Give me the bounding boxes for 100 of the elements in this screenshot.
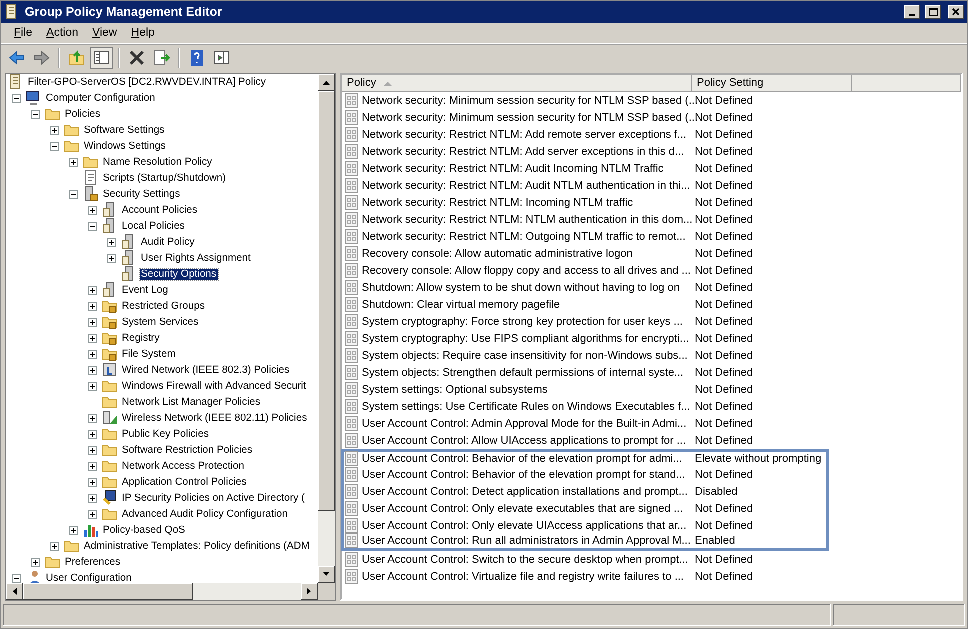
tree-item[interactable]: Audit Policy bbox=[140, 236, 196, 248]
tree-item[interactable]: Policy-based QoS bbox=[102, 524, 186, 536]
tree-item[interactable]: User Configuration bbox=[45, 572, 133, 583]
tree-item[interactable]: Event Log bbox=[121, 284, 170, 296]
vertical-scrollbar[interactable] bbox=[318, 74, 335, 583]
list-row[interactable]: User Account Control: Only elevate executables that are signed ... Not Defined bbox=[341, 500, 829, 517]
list-row[interactable]: Shutdown: Allow system to be shut down without having to log on Not Defined bbox=[341, 279, 829, 296]
expand-toggle[interactable] bbox=[88, 350, 97, 358]
list-row[interactable]: System cryptography: Use FIPS compliant algorithms for encrypti... Not Defined bbox=[341, 330, 829, 347]
scrollbar-thumb[interactable] bbox=[318, 91, 335, 511]
list-row[interactable]: Network security: Restrict NTLM: NTLM authentication in this dom... Not Defined bbox=[341, 211, 829, 228]
toolbar-button[interactable] bbox=[90, 47, 113, 69]
list-row[interactable]: Network security: Restrict NTLM: Add remote server exceptions f... Not Defined bbox=[341, 126, 829, 143]
list-row[interactable]: User Account Control: Behavior of the elevation prompt for admi... Elevate without prompting bbox=[341, 449, 829, 466]
tree-item[interactable]: Windows Firewall with Advanced Securit bbox=[121, 380, 308, 392]
list-row[interactable]: Network security: Restrict NTLM: Audit Incoming NTLM Traffic Not Defined bbox=[341, 160, 829, 177]
collapse-toggle[interactable] bbox=[69, 190, 78, 198]
collapse-toggle[interactable] bbox=[31, 110, 40, 118]
tree-item[interactable]: Public Key Policies bbox=[121, 428, 210, 440]
collapse-toggle[interactable] bbox=[12, 574, 21, 582]
expand-toggle[interactable] bbox=[88, 510, 97, 518]
column-header[interactable]: Policy bbox=[342, 75, 692, 92]
menu-item[interactable]: Action bbox=[40, 25, 86, 41]
list-row[interactable]: User Account Control: Detect application installations and prompt... Disabled bbox=[341, 483, 829, 500]
expand-toggle[interactable] bbox=[88, 334, 97, 342]
collapse-toggle[interactable] bbox=[12, 94, 21, 102]
expand-toggle[interactable] bbox=[107, 238, 116, 246]
tree-item[interactable]: Computer Configuration bbox=[45, 92, 156, 104]
list-row[interactable]: User Account Control: Allow UIAccess applications to prompt for ... Not Defined bbox=[341, 432, 829, 449]
close-button[interactable] bbox=[948, 5, 964, 19]
menu-item[interactable]: File bbox=[7, 25, 40, 41]
list-row[interactable]: System objects: Strengthen default permissions of internal syste... Not Defined bbox=[341, 364, 829, 381]
tree-item[interactable]: Application Control Policies bbox=[121, 476, 248, 488]
tree-item[interactable]: User Rights Assignment bbox=[140, 252, 252, 264]
tree-item[interactable]: Software Restriction Policies bbox=[121, 444, 254, 456]
expand-toggle[interactable] bbox=[88, 478, 97, 486]
tree-item[interactable]: Filter-GPO-ServerOS [DC2.RWVDEV.INTRA] Policy bbox=[27, 76, 268, 88]
expand-toggle[interactable] bbox=[88, 414, 97, 422]
tree-item[interactable]: Network Access Protection bbox=[121, 460, 246, 472]
expand-toggle[interactable] bbox=[31, 558, 40, 566]
tree-item[interactable]: System Services bbox=[121, 316, 200, 328]
list-row[interactable]: Recovery console: Allow automatic administrative logon Not Defined bbox=[341, 245, 829, 262]
expand-toggle[interactable] bbox=[50, 542, 59, 550]
column-header[interactable]: Policy Setting bbox=[692, 75, 852, 92]
collapse-toggle[interactable] bbox=[88, 222, 97, 230]
tree-item[interactable]: Policies bbox=[64, 108, 102, 120]
menu-item[interactable]: Help bbox=[124, 25, 162, 41]
list-row[interactable]: Network security: Minimum session security for NTLM SSP based (...Not Defined bbox=[341, 109, 829, 126]
minimize-button[interactable] bbox=[904, 5, 920, 19]
menu-item[interactable]: View bbox=[86, 25, 124, 41]
list-row[interactable]: System settings: Optional subsystems Not Defined bbox=[341, 381, 829, 398]
tree-item[interactable]: IP Security Policies on Active Directory ( bbox=[121, 492, 306, 504]
list-row[interactable]: System settings: Use Certificate Rules on Windows Executables f... Not Defined bbox=[341, 398, 829, 415]
tree-item[interactable]: Network List Manager Policies bbox=[121, 396, 262, 408]
list-row[interactable]: User Account Control: Admin Approval Mode for the Built-in Admi... Not Defined bbox=[341, 415, 829, 432]
list-row[interactable]: User Account Control: Behavior of the elevation prompt for stand... Not Defined bbox=[341, 466, 829, 483]
scrollbar-thumb[interactable] bbox=[23, 583, 193, 600]
expand-toggle[interactable] bbox=[88, 302, 97, 310]
tree-item[interactable]: File System bbox=[121, 348, 177, 360]
list-row[interactable]: System objects: Require case insensitivity for non-Windows subs... Not Defined bbox=[341, 347, 829, 364]
list-row[interactable]: Recovery console: Allow floppy copy and access to all drives and ... Not Defined bbox=[341, 262, 829, 279]
list-row[interactable]: User Account Control: Run all administrators in Admin Approval M... Enabled bbox=[341, 534, 829, 551]
expand-toggle[interactable] bbox=[88, 206, 97, 214]
expand-toggle[interactable] bbox=[69, 158, 78, 166]
tree-item[interactable]: Restricted Groups bbox=[121, 300, 206, 312]
list-row[interactable]: User Account Control: Switch to the secure desktop when prompt... Not Defined bbox=[341, 551, 829, 568]
tree-item[interactable]: Advanced Audit Policy Configuration bbox=[121, 508, 289, 520]
tree-item[interactable]: Windows Settings bbox=[83, 140, 167, 152]
tree-item[interactable]: Name Resolution Policy bbox=[102, 156, 214, 168]
expand-toggle[interactable] bbox=[88, 318, 97, 326]
scroll-left-button[interactable] bbox=[6, 583, 23, 600]
list-row[interactable]: Network security: Restrict NTLM: Add server exceptions in this d... Not Defined bbox=[341, 143, 829, 160]
scroll-right-button[interactable] bbox=[301, 583, 318, 600]
collapse-toggle[interactable] bbox=[50, 142, 59, 150]
expand-toggle[interactable] bbox=[88, 446, 97, 454]
tree-item[interactable]: Security Options bbox=[140, 268, 218, 280]
tree-item[interactable]: Scripts (Startup/Shutdown) bbox=[102, 172, 228, 184]
tree-item[interactable]: Preferences bbox=[64, 556, 122, 568]
tree-item[interactable]: Local Policies bbox=[121, 220, 186, 232]
tree-item[interactable]: Security Settings bbox=[102, 188, 182, 200]
expand-toggle[interactable] bbox=[69, 526, 78, 534]
list-row[interactable]: User Account Control: Virtualize file and registry write failures to ... Not Defined bbox=[341, 568, 829, 585]
expand-toggle[interactable] bbox=[88, 366, 97, 374]
expand-toggle[interactable] bbox=[88, 462, 97, 470]
expand-toggle[interactable] bbox=[88, 382, 97, 390]
list-row[interactable]: System cryptography: Force strong key protection for user keys ... Not Defined bbox=[341, 313, 829, 330]
list-row[interactable]: Network security: Restrict NTLM: Audit NTLM authentication in thi... Not Defined bbox=[341, 177, 829, 194]
tree-item[interactable]: Software Settings bbox=[83, 124, 166, 136]
tree-item[interactable]: Account Policies bbox=[121, 204, 199, 216]
list-row[interactable]: Shutdown: Clear virtual memory pagefile Not Defined bbox=[341, 296, 829, 313]
scroll-down-button[interactable] bbox=[318, 566, 335, 583]
expand-toggle[interactable] bbox=[88, 286, 97, 294]
expand-toggle[interactable] bbox=[88, 430, 97, 438]
tree-item[interactable]: Administrative Templates: Policy definitions (ADM bbox=[83, 540, 311, 552]
list-row[interactable]: Network security: Minimum session security for NTLM SSP based (...Not Defined bbox=[341, 92, 829, 109]
tree-item[interactable]: Wired Network (IEEE 802.3) Policies bbox=[121, 364, 291, 376]
horizontal-scrollbar[interactable] bbox=[6, 583, 318, 600]
list-row[interactable]: Network security: Restrict NTLM: Outgoing NTLM traffic to remot... Not Defined bbox=[341, 228, 829, 245]
tree-item[interactable]: Registry bbox=[121, 332, 161, 344]
expand-toggle[interactable] bbox=[50, 126, 59, 134]
